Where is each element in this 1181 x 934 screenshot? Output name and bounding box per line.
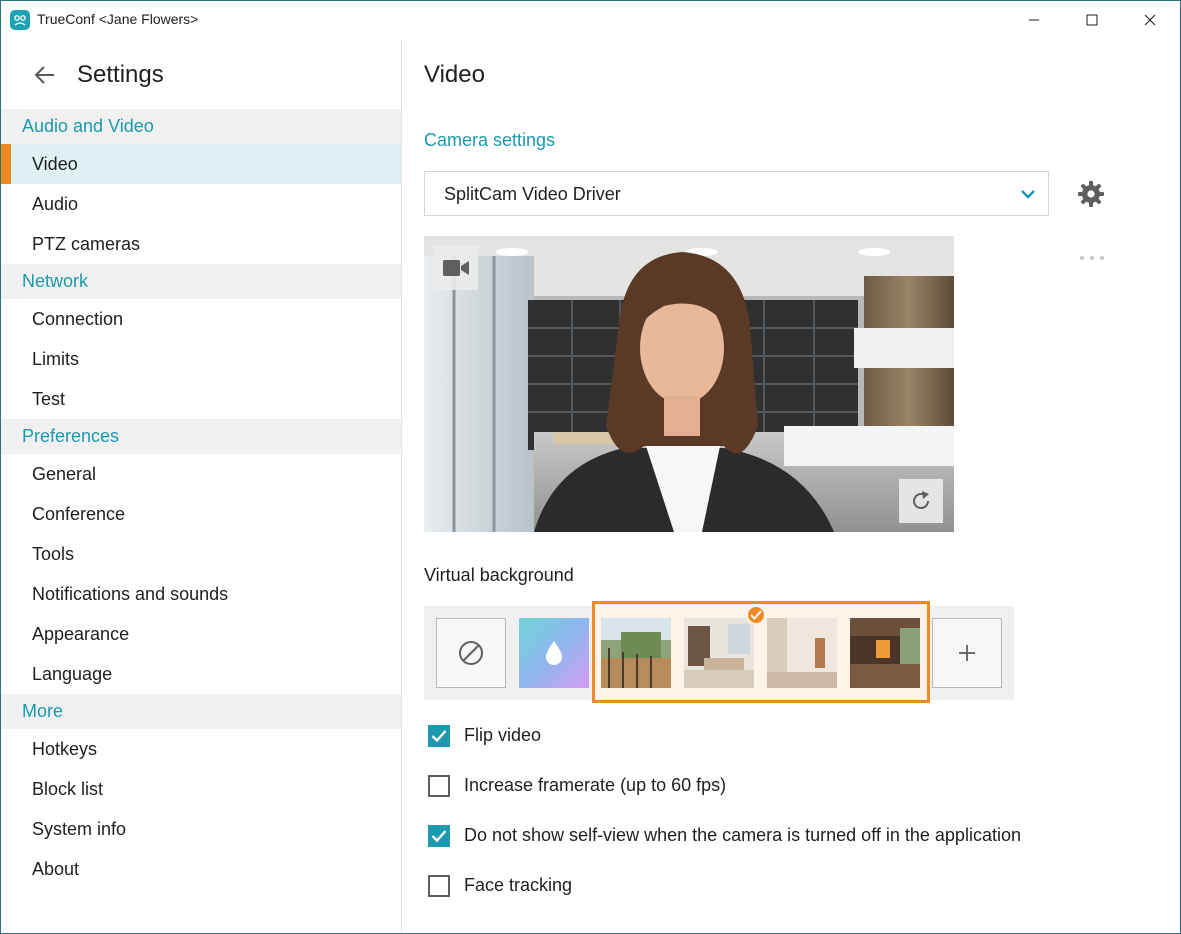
vbg-lounge-thumb[interactable] — [850, 618, 920, 688]
sidebar-item-system-info[interactable]: System info — [1, 809, 401, 849]
virtual-background-strip — [424, 601, 1014, 703]
camera-settings-button[interactable] — [1077, 180, 1105, 208]
more-dots-icon — [1079, 255, 1105, 261]
section-more: More — [1, 694, 401, 729]
close-icon — [1144, 14, 1156, 26]
more-options-button[interactable] — [1077, 251, 1107, 265]
vbg-blur-button[interactable] — [519, 618, 589, 688]
no-background-icon — [459, 641, 483, 665]
sidebar-item-notifications-and-sounds[interactable]: Notifications and sounds — [1, 574, 401, 614]
vbg-empty-room-thumb[interactable] — [767, 618, 837, 688]
maximize-button[interactable] — [1063, 1, 1121, 39]
flip-video-checkbox[interactable] — [428, 725, 450, 747]
minimize-icon — [1029, 19, 1039, 21]
flip-video-label: Flip video — [464, 725, 542, 745]
sidebar-item-test[interactable]: Test — [1, 379, 401, 419]
check-icon — [431, 730, 447, 743]
increase-framerate-label: Increase framerate (up to 60 fps) — [464, 775, 727, 795]
sidebar-item-limits[interactable]: Limits — [1, 339, 401, 379]
settings-sidebar: Settings Audio and Video Video Audio PTZ… — [1, 39, 402, 933]
chevron-down-icon — [1021, 190, 1035, 199]
section-preferences: Preferences — [1, 419, 401, 454]
camera-settings-heading: Camera settings — [424, 130, 556, 150]
maximize-icon — [1086, 14, 1098, 26]
title-bar: TrueConf <Jane Flowers> — [1, 1, 1180, 39]
sidebar-item-hotkeys[interactable]: Hotkeys — [1, 729, 401, 769]
sidebar-item-about[interactable]: About — [1, 849, 401, 889]
camera-select-dropdown[interactable]: SplitCam Video Driver — [424, 171, 1049, 216]
close-button[interactable] — [1121, 1, 1179, 39]
section-audio-and-video: Audio and Video — [1, 109, 401, 144]
settings-header: Settings — [1, 39, 401, 109]
back-button[interactable] — [31, 61, 59, 89]
sidebar-item-conference[interactable]: Conference — [1, 494, 401, 534]
section-network: Network — [1, 264, 401, 299]
blur-drop-icon — [546, 641, 562, 665]
video-settings-panel: Video Camera settings SplitCam Video Dri… — [403, 39, 1180, 933]
plus-icon — [959, 645, 975, 661]
hide-self-view-label: Do not show self-view when the camera is… — [464, 825, 1021, 845]
face-tracking-label: Face tracking — [464, 875, 573, 895]
sidebar-item-tools[interactable]: Tools — [1, 534, 401, 574]
rotate-preview-button[interactable] — [899, 479, 943, 523]
sidebar-item-connection[interactable]: Connection — [1, 299, 401, 339]
sidebar-item-ptz-cameras[interactable]: PTZ cameras — [1, 224, 401, 264]
page-title: Video — [424, 61, 485, 88]
vbg-selected-badge — [746, 605, 766, 625]
virtual-background-label: Virtual background — [424, 565, 574, 585]
camera-select-value: SplitCam Video Driver — [444, 184, 621, 204]
vbg-none-button[interactable] — [436, 618, 506, 688]
video-camera-icon — [443, 260, 469, 276]
app-logo-icon — [10, 10, 30, 30]
rotate-icon — [913, 491, 929, 509]
sidebar-item-audio[interactable]: Audio — [1, 184, 401, 224]
preview-image — [424, 236, 954, 532]
sidebar-item-appearance[interactable]: Appearance — [1, 614, 401, 654]
app-window: TrueConf <Jane Flowers> Settings Audio a… — [0, 0, 1181, 934]
sidebar-item-block-list[interactable]: Block list — [1, 769, 401, 809]
minimize-button[interactable] — [1005, 1, 1063, 39]
vbg-add-button[interactable] — [932, 618, 1002, 688]
settings-title: Settings — [77, 61, 164, 88]
sidebar-item-language[interactable]: Language — [1, 654, 401, 694]
sidebar-item-general[interactable]: General — [1, 454, 401, 494]
camera-toggle-button[interactable] — [434, 246, 478, 290]
camera-preview — [424, 236, 954, 532]
face-tracking-checkbox[interactable] — [428, 875, 450, 897]
increase-framerate-checkbox[interactable] — [428, 775, 450, 797]
back-arrow-icon — [34, 66, 54, 84]
sidebar-item-video[interactable]: Video — [1, 144, 401, 184]
hide-self-view-checkbox[interactable] — [428, 825, 450, 847]
check-icon — [431, 830, 447, 843]
window-title: TrueConf <Jane Flowers> — [37, 11, 199, 27]
vbg-image-group — [592, 601, 930, 703]
check-icon — [750, 610, 762, 620]
gear-icon — [1078, 181, 1104, 207]
vbg-balcony-thumb[interactable] — [601, 618, 671, 688]
vbg-living-room-thumb[interactable] — [684, 618, 754, 688]
